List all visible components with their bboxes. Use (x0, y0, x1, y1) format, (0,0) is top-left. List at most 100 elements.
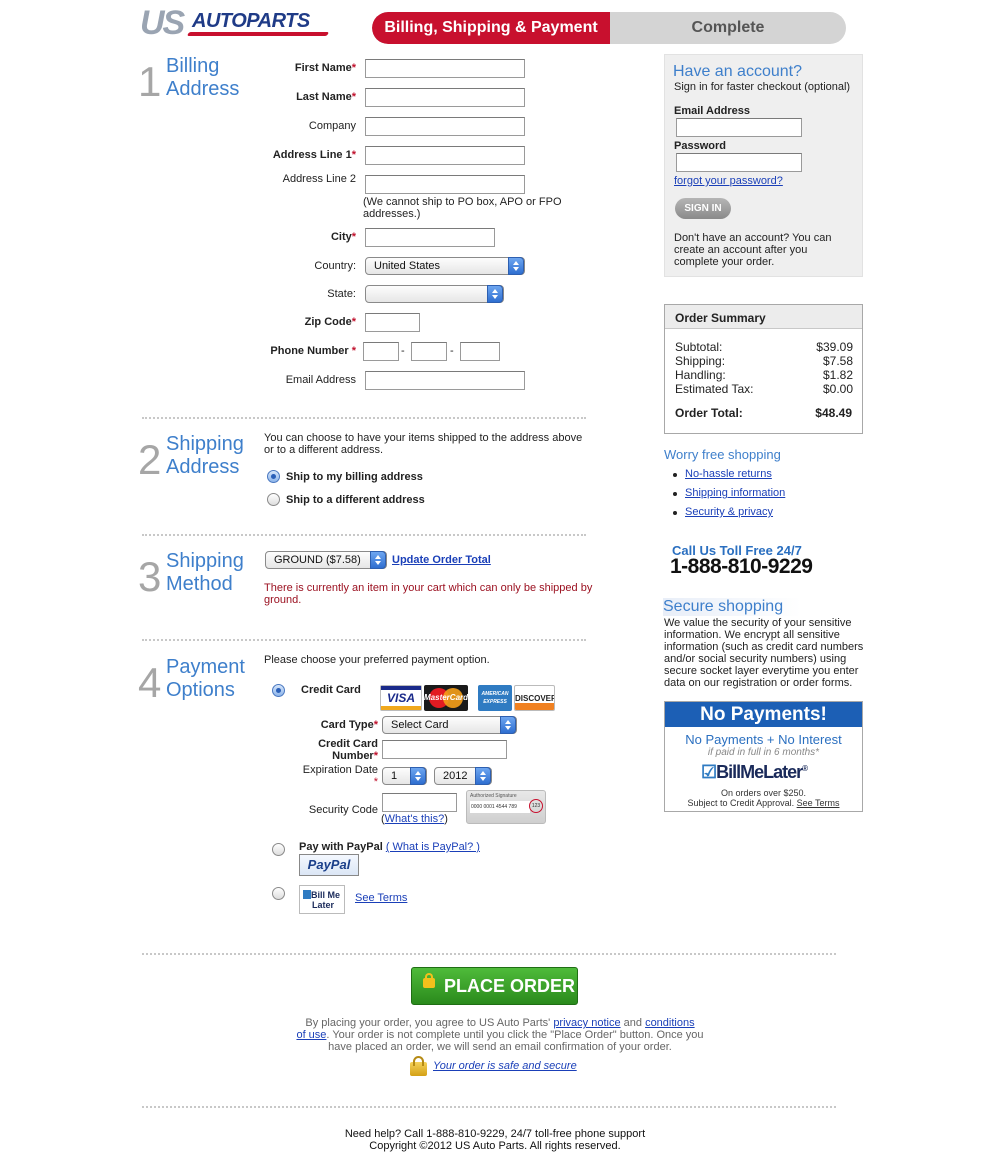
whats-this-wrapper: (What's this?) (381, 813, 448, 825)
padlock-shackle (413, 1056, 424, 1066)
ship-to-billing-label[interactable]: Ship to my billing address (286, 471, 423, 483)
phone-prefix-input[interactable] (411, 342, 447, 361)
shipping-method-select[interactable]: GROUND ($7.58) (265, 551, 387, 569)
bml-ad-terms-link[interactable]: See Terms (797, 798, 840, 808)
phone-separator: - (401, 345, 405, 357)
phone-separator: - (450, 345, 454, 357)
phone-label: Phone Number * (270, 345, 356, 357)
logo-us: US (140, 4, 185, 42)
bml-ad-logo: ☑BillMeLater® (701, 762, 808, 782)
bill-me-later-ad[interactable]: No Payments! No Payments + No Interest i… (664, 701, 863, 812)
sign-in-button[interactable]: SIGN IN (675, 198, 731, 219)
state-select[interactable] (365, 285, 504, 303)
country-select[interactable]: United States (365, 257, 525, 275)
site-logo[interactable]: US AUTOPARTS (140, 4, 340, 42)
checkmark-icon: ☑ (701, 762, 717, 782)
bml-ad-line1: No Payments + No Interest (685, 732, 842, 747)
city-input[interactable] (365, 228, 495, 247)
forgot-password-link[interactable]: forgot your password? (674, 175, 783, 187)
summary-row-value: $7.58 (822, 354, 853, 368)
worry-free-title: Worry free shopping (664, 447, 781, 462)
cc-number-label: Credit Card Number* (318, 738, 378, 762)
last-name-input[interactable] (365, 88, 525, 107)
summary-row: Estimated Tax: $0.00 (675, 382, 853, 396)
address1-input[interactable] (365, 146, 525, 165)
paypal-logo: PayPal (299, 854, 359, 876)
section-divider (142, 953, 836, 955)
whats-this-link[interactable]: What's this? (385, 813, 445, 825)
secure-shopping-title: Secure shopping (663, 598, 801, 616)
conditions-of-use-link-2[interactable]: of use (296, 1029, 326, 1041)
cvv-example-image: Authorized Signature 0000 0001 4544 789 … (466, 790, 546, 824)
conditions-of-use-link[interactable]: conditions (645, 1017, 695, 1029)
ship-to-different-label[interactable]: Ship to a different address (286, 494, 425, 506)
phone-line-input[interactable] (460, 342, 500, 361)
account-panel: Have an account? Sign in for faster chec… (664, 54, 863, 277)
section-title-shipping-address: Shipping Address (166, 433, 244, 478)
bill-me-later-radio[interactable] (272, 887, 285, 900)
order-summary-header: Order Summary (665, 305, 862, 329)
amex-card-icon: AMERICAN EXPRESS (478, 685, 512, 711)
chevron-down-icon (487, 285, 503, 303)
summary-row-value: $1.82 (822, 368, 853, 382)
safe-and-secure-link[interactable]: Your order is safe and secure (433, 1060, 577, 1072)
email-label: Email Address (285, 374, 356, 386)
card-type-select[interactable]: Select Card (382, 716, 517, 734)
credit-card-label[interactable]: Credit Card (301, 684, 361, 696)
ship-to-different-radio[interactable] (267, 493, 280, 506)
credit-card-radio[interactable] (272, 684, 285, 697)
update-order-total-link[interactable]: Update Order Total (392, 554, 491, 566)
summary-row: Handling: $1.82 (675, 368, 853, 382)
order-total-value: $48.49 (815, 406, 852, 420)
footer-help: Need help? Call 1-888-810-9229, 24/7 tol… (344, 1128, 646, 1140)
account-password-input[interactable] (676, 153, 802, 172)
ground-only-warning: There is currently an item in your cart … (264, 582, 593, 606)
po-box-note: (We cannot ship to PO box, APO or FPO ad… (363, 196, 562, 220)
summary-row-label: Handling: (675, 368, 726, 382)
section-title-payment: Payment Options (166, 656, 245, 701)
secure-shopping-text: We value the security of your sensitive … (664, 617, 864, 689)
what-is-paypal-link[interactable]: ( What is PayPal? ) (386, 841, 480, 853)
place-order-button[interactable]: PLACE ORDER » (411, 967, 578, 1034)
address2-input[interactable] (365, 175, 525, 194)
privacy-notice-link[interactable]: privacy notice (553, 1017, 620, 1029)
account-title: Have an account? (673, 63, 802, 80)
chevron-down-icon (500, 716, 516, 734)
email-input[interactable] (365, 371, 525, 390)
bml-ad-note1: On orders over $250. (720, 788, 807, 798)
no-hassle-returns-link[interactable]: No-hassle returns (685, 468, 772, 480)
cc-number-input[interactable] (382, 740, 507, 759)
zip-input[interactable] (365, 313, 420, 332)
no-account-text: Don't have an account? You can create an… (674, 232, 832, 268)
chevron-down-icon (410, 767, 426, 785)
summary-row-label: Estimated Tax: (675, 382, 754, 396)
order-total-label: Order Total: (675, 406, 743, 420)
phone-area-input[interactable] (363, 342, 399, 361)
company-label: Company (308, 120, 356, 132)
first-name-input[interactable] (365, 59, 525, 78)
section-number-1: 1 (138, 58, 162, 105)
bullet-icon (673, 492, 677, 496)
account-email-input[interactable] (676, 118, 802, 137)
bml-ad-note2: Subject to Credit Approval. See Terms (687, 798, 840, 808)
security-code-input[interactable] (382, 793, 457, 812)
ship-to-billing-radio[interactable] (267, 470, 280, 483)
expiration-label: Expiration Date * (302, 764, 378, 788)
paypal-label: Pay with PayPal ( What is PayPal? ) (299, 841, 480, 853)
visa-card-icon: VISA (380, 685, 422, 711)
shipping-information-link[interactable]: Shipping information (685, 487, 785, 499)
chevron-down-icon (508, 257, 524, 275)
paypal-radio[interactable] (272, 843, 285, 856)
bill-me-later-logo: Bill Me Later (299, 885, 345, 914)
payment-intro: Please choose your preferred payment opt… (264, 654, 490, 666)
shipping-address-intro: You can choose to have your items shippe… (264, 432, 583, 456)
exp-month-select[interactable]: 1 (382, 767, 427, 785)
step-complete: Complete (691, 19, 765, 36)
step-billing-shipping-payment: Billing, Shipping & Payment (372, 12, 610, 44)
security-privacy-link[interactable]: Security & privacy (685, 506, 773, 518)
company-input[interactable] (365, 117, 525, 136)
footer-divider (142, 1106, 836, 1108)
account-email-label: Email Address (674, 105, 751, 117)
bml-see-terms-link[interactable]: See Terms (355, 892, 407, 904)
exp-year-select[interactable]: 2012 (434, 767, 492, 785)
